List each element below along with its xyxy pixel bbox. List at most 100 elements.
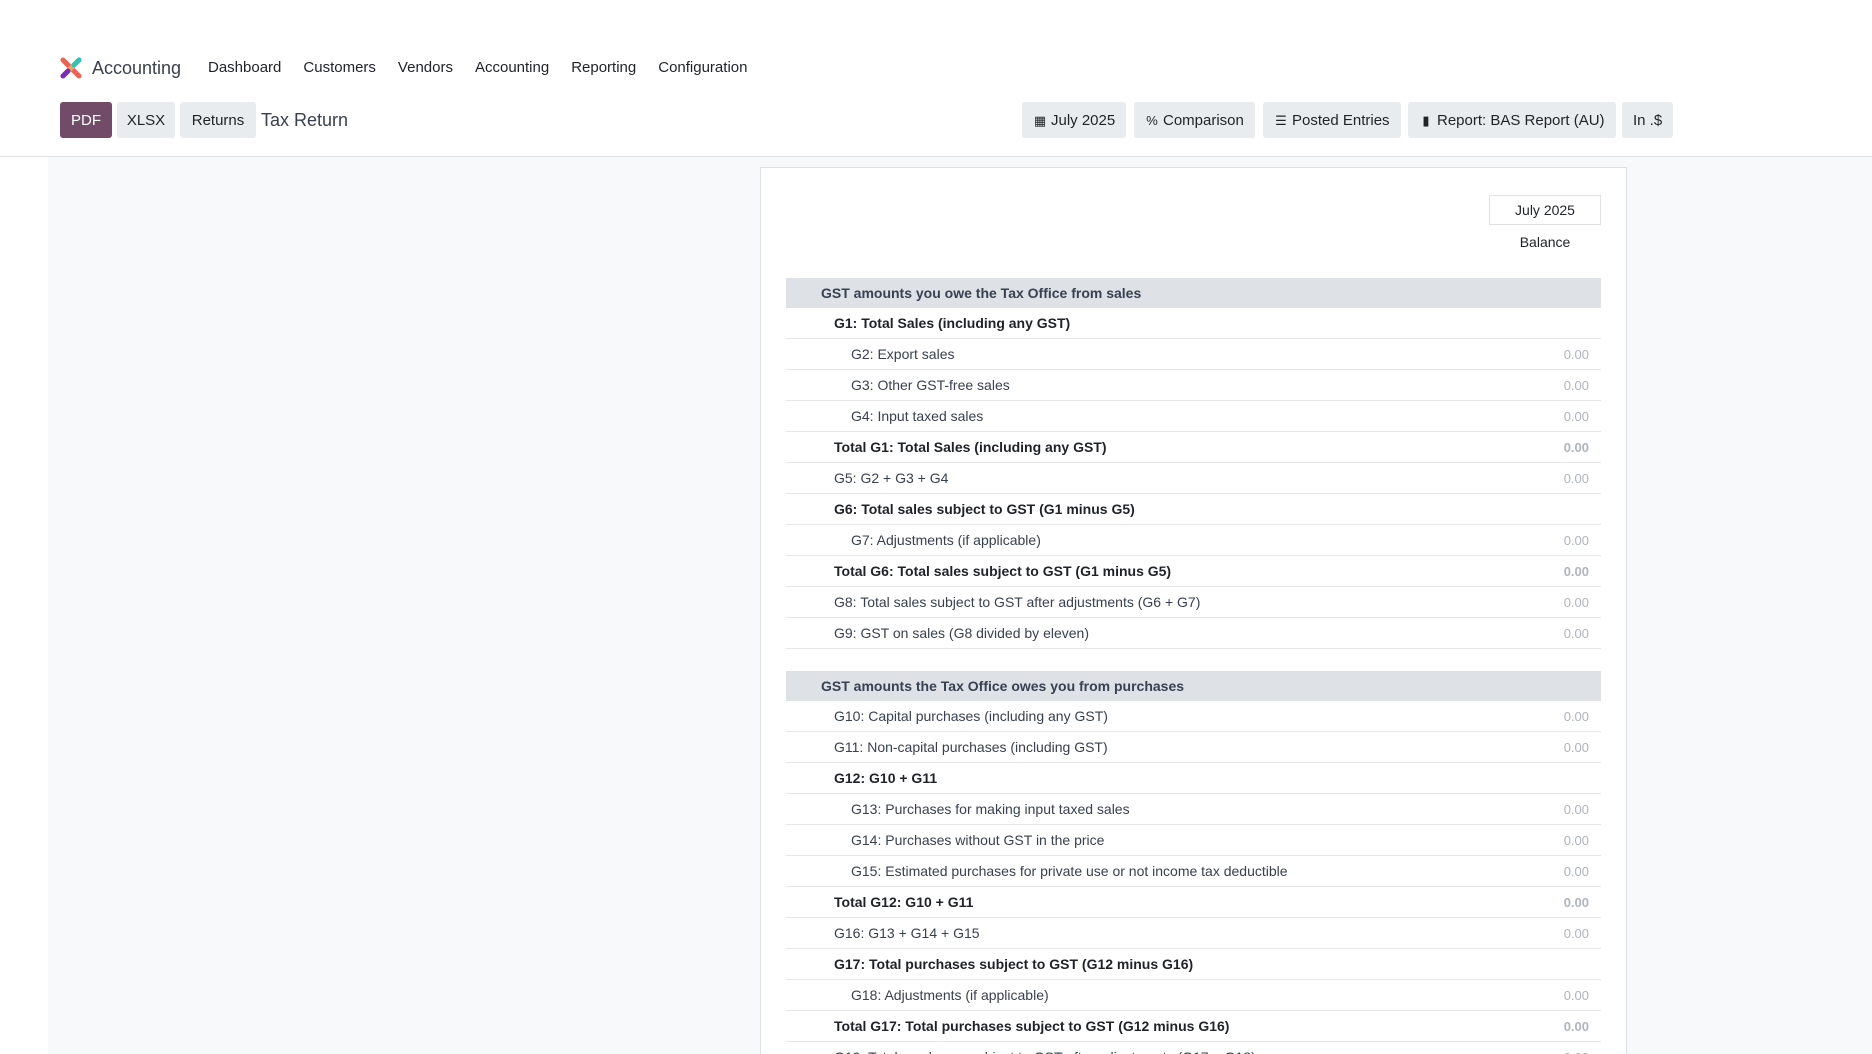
control-panel: PDF XLSX Returns Tax Return ▦ July 2025 … — [0, 96, 1872, 157]
report-line[interactable]: Total G1: Total Sales (including any GST… — [786, 432, 1601, 463]
comparison-filter-label: Comparison — [1163, 111, 1244, 129]
menu-configuration[interactable]: Configuration — [647, 56, 758, 80]
report-line[interactable]: G16: G13 + G14 + G15 0.00 — [786, 918, 1601, 949]
currency-filter-label: In .$ — [1633, 111, 1663, 129]
report-line-label: G7: Adjustments (if applicable) — [851, 532, 1041, 548]
section-header-label: GST amounts you owe the Tax Office from … — [821, 285, 1142, 301]
report-line-label: G9: GST on sales (G8 divided by eleven) — [834, 625, 1089, 641]
report-line-value[interactable]: 0.00 — [1564, 740, 1589, 755]
section-header-label: GST amounts the Tax Office owes you from… — [821, 678, 1185, 694]
report-line-label: G16: G13 + G14 + G15 — [834, 925, 980, 941]
xlsx-button[interactable]: XLSX — [117, 102, 175, 138]
app-brand[interactable]: Accounting — [60, 56, 181, 80]
report-line[interactable]: G14: Purchases without GST in the price 0… — [786, 825, 1601, 856]
date-filter-label: July 2025 — [1051, 111, 1116, 129]
report-line[interactable]: G1: Total Sales (including any GST) — [786, 308, 1601, 339]
book-icon: ▮ — [1422, 112, 1430, 128]
report-line-value[interactable]: 0.00 — [1564, 409, 1589, 424]
report-line-value[interactable]: 0.00 — [1564, 926, 1589, 941]
report-table: GST amounts you owe the Tax Office from … — [786, 278, 1601, 1054]
report-line-label: Total G17: Total purchases subject to GS… — [834, 1018, 1230, 1034]
report-line[interactable]: G4: Input taxed sales 0.00 — [786, 401, 1601, 432]
report-line[interactable]: G18: Adjustments (if applicable) 0.00 — [786, 980, 1601, 1011]
report-line-value[interactable]: 0.00 — [1564, 802, 1589, 817]
report-line-value[interactable]: 0.00 — [1564, 1019, 1589, 1034]
posted-entries-filter-label: Posted Entries — [1292, 111, 1390, 129]
report-line[interactable]: G8: Total sales subject to GST after adj… — [786, 587, 1601, 618]
report-line-label: G4: Input taxed sales — [851, 408, 984, 424]
report-line-label: G19: Total purchases subject to GST afte… — [834, 1049, 1256, 1054]
report-line[interactable]: G5: G2 + G3 + G4 0.00 — [786, 463, 1601, 494]
report-line-value[interactable]: 0.00 — [1564, 378, 1589, 393]
report-line-label: G14: Purchases without GST in the price — [851, 832, 1105, 848]
report-line-label: G1: Total Sales (including any GST) — [834, 315, 1071, 331]
report-line-value[interactable]: 0.00 — [1564, 595, 1589, 610]
report-line[interactable]: G17: Total purchases subject to GST (G12… — [786, 949, 1601, 980]
report-line[interactable]: G12: G10 + G11 — [786, 763, 1601, 794]
report-line-label: G10: Capital purchases (including any GS… — [834, 708, 1108, 724]
report-line-label: G6: Total sales subject to GST (G1 minus… — [834, 501, 1135, 517]
report-line-value[interactable]: 0.00 — [1564, 626, 1589, 641]
report-line-label: G8: Total sales subject to GST after adj… — [834, 594, 1201, 610]
report-line-value[interactable]: 0.00 — [1564, 471, 1589, 486]
column-subheader: Balance — [1519, 234, 1571, 250]
menu-accounting[interactable]: Accounting — [464, 56, 560, 80]
menu-dashboard[interactable]: Dashboard — [197, 56, 292, 80]
returns-button[interactable]: Returns — [180, 102, 256, 138]
sliders-icon: ☰ — [1275, 112, 1287, 128]
report-line-value[interactable]: 0.00 — [1564, 1050, 1589, 1054]
left-margin — [0, 157, 48, 1054]
currency-filter-button[interactable]: In .$ — [1622, 102, 1674, 138]
report-line-value[interactable]: 0.00 — [1564, 440, 1589, 455]
menu-vendors[interactable]: Vendors — [387, 56, 464, 80]
report-line[interactable]: Total G17: Total purchases subject to GS… — [786, 1011, 1601, 1042]
menu-reporting[interactable]: Reporting — [560, 56, 647, 80]
top-navbar: Accounting Dashboard Customers Vendors A… — [0, 0, 1872, 96]
report-line-label: G17: Total purchases subject to GST (G12… — [834, 956, 1194, 972]
report-line[interactable]: Total G12: G10 + G11 0.00 — [786, 887, 1601, 918]
report-line[interactable]: G19: Total purchases subject to GST afte… — [786, 1042, 1601, 1054]
accounting-logo-icon — [60, 57, 82, 79]
percent-icon: % — [1146, 112, 1158, 128]
page-title: Tax Return — [261, 109, 349, 130]
app-name: Accounting — [92, 57, 182, 78]
report-content-area: July 2025 Balance GST amounts you owe th… — [48, 157, 1872, 1054]
report-line[interactable]: G11: Non-capital purchases (including GS… — [786, 732, 1601, 763]
menu-customers[interactable]: Customers — [292, 56, 387, 80]
report-line-value[interactable]: 0.00 — [1564, 347, 1589, 362]
report-line[interactable]: G9: GST on sales (G8 divided by eleven) 0… — [786, 618, 1601, 649]
report-line-value[interactable]: 0.00 — [1564, 564, 1589, 579]
section-header: GST amounts the Tax Office owes you from… — [786, 671, 1601, 701]
report-line[interactable]: G2: Export sales 0.00 — [786, 339, 1601, 370]
report-line-value[interactable]: 0.00 — [1564, 533, 1589, 548]
report-line-value[interactable]: 0.00 — [1564, 895, 1589, 910]
report-line[interactable]: G15: Estimated purchases for private use… — [786, 856, 1601, 887]
report-line-label: G12: G10 + G11 — [834, 770, 938, 786]
report-line-label: G15: Estimated purchases for private use… — [851, 863, 1288, 879]
report-line-value[interactable]: 0.00 — [1564, 864, 1589, 879]
report-line-label: G11: Non-capital purchases (including GS… — [834, 739, 1108, 755]
report-line[interactable]: G13: Purchases for making input taxed sa… — [786, 794, 1601, 825]
report-line[interactable]: G7: Adjustments (if applicable) 0.00 — [786, 525, 1601, 556]
report-line-label: Total G12: G10 + G11 — [834, 894, 974, 910]
report-line[interactable]: G10: Capital purchases (including any GS… — [786, 701, 1601, 732]
report-line-value[interactable]: 0.00 — [1564, 709, 1589, 724]
report-line-label: Total G6: Total sales subject to GST (G1… — [834, 563, 1172, 579]
posted-entries-filter-button[interactable]: ☰ Posted Entries — [1263, 102, 1401, 138]
report-sheet: July 2025 Balance GST amounts you owe th… — [760, 167, 1627, 1054]
report-variant-label: Report: BAS Report (AU) — [1437, 111, 1605, 129]
date-filter-button[interactable]: ▦ July 2025 — [1022, 102, 1127, 138]
report-line-value[interactable]: 0.00 — [1564, 833, 1589, 848]
report-variant-button[interactable]: ▮ Report: BAS Report (AU) — [1408, 102, 1616, 138]
comparison-filter-button[interactable]: % Comparison — [1134, 102, 1255, 138]
report-line[interactable]: G3: Other GST-free sales 0.00 — [786, 370, 1601, 401]
report-line-label: G2: Export sales — [851, 346, 955, 362]
report-line[interactable]: Total G6: Total sales subject to GST (G1… — [786, 556, 1601, 587]
column-header-period[interactable]: July 2025 — [1489, 195, 1601, 225]
report-line-label: G3: Other GST-free sales — [851, 377, 1010, 393]
pdf-button[interactable]: PDF — [60, 102, 112, 138]
report-line[interactable]: G6: Total sales subject to GST (G1 minus… — [786, 494, 1601, 525]
report-line-label: Total G1: Total Sales (including any GST… — [834, 439, 1107, 455]
report-line-value[interactable]: 0.00 — [1564, 988, 1589, 1003]
